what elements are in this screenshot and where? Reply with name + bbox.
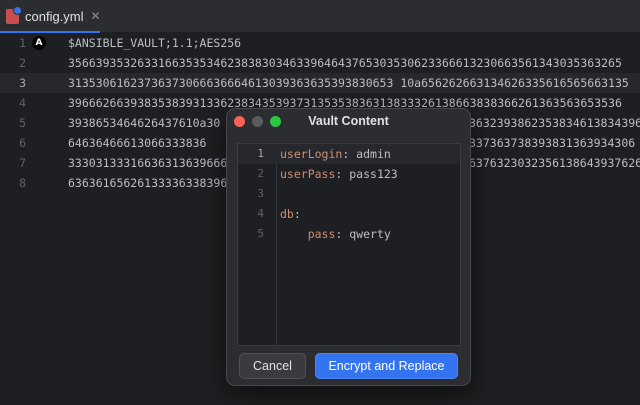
vault-line: 4 db: bbox=[238, 204, 460, 224]
line-number: 2 bbox=[19, 56, 26, 70]
line-number: 7 bbox=[19, 156, 26, 170]
code-text: $ANSIBLE_VAULT;1.1;AES256 bbox=[68, 36, 242, 50]
code-text: 3938653464626437610a30 bbox=[68, 116, 221, 130]
line-number: 1 bbox=[19, 36, 26, 50]
code-text: 64636466613066333836 bbox=[68, 136, 207, 150]
cancel-button[interactable]: Cancel bbox=[239, 353, 306, 379]
line-number: 8 bbox=[19, 176, 26, 190]
vault-line: 2 userPass: pass123 bbox=[238, 164, 460, 184]
yaml-file-icon bbox=[6, 5, 22, 24]
line-number: 3 bbox=[19, 76, 26, 90]
vault-line: 3 bbox=[238, 184, 460, 204]
editor-line: 1 A $ANSIBLE_VAULT;1.1;AES256 bbox=[0, 33, 640, 53]
vault-code: userPass: pass123 bbox=[280, 167, 398, 181]
ansible-icon[interactable]: A bbox=[32, 36, 46, 50]
close-icon[interactable]: ✕ bbox=[91, 9, 101, 23]
line-number: 4 bbox=[19, 96, 26, 110]
code-text: 3135306162373637306663666461303936363539… bbox=[68, 76, 629, 90]
code-text: 63636165626133336338396 bbox=[68, 176, 228, 190]
line-number: 5 bbox=[19, 116, 26, 130]
editor-line: 2 35663935326331663535346238383034633964… bbox=[0, 53, 640, 73]
line-number: 4 bbox=[257, 207, 264, 220]
encrypt-and-replace-button[interactable]: Encrypt and Replace bbox=[315, 353, 458, 379]
editor-line-current: 3 31353061623736373066636664613039363635… bbox=[0, 73, 640, 93]
tab-label: config.yml bbox=[25, 8, 84, 24]
code-text-overflow: 36323938623538346138343965 bbox=[469, 116, 640, 130]
line-number: 5 bbox=[257, 227, 264, 240]
vault-line-current: 1 userLogin: admin bbox=[238, 144, 460, 164]
vault-content-editor[interactable]: 1 userLogin: admin 2 userPass: pass123 3… bbox=[237, 143, 461, 346]
vault-code: db: bbox=[280, 207, 301, 221]
vault-code: userLogin: admin bbox=[280, 147, 391, 161]
vault-code: pass: qwerty bbox=[280, 227, 391, 241]
line-number: 2 bbox=[257, 167, 264, 180]
code-text-overflow: 63763230323561386439376262 bbox=[469, 156, 640, 170]
dialog-title: Vault Content bbox=[308, 114, 389, 128]
vault-line: 5 pass: qwerty bbox=[238, 224, 460, 244]
code-text: 33303133316636313639666 bbox=[68, 156, 228, 170]
tab-bar: config.yml ✕ bbox=[0, 0, 640, 33]
dialog-titlebar[interactable]: Vault Content bbox=[227, 109, 470, 135]
line-number: 6 bbox=[19, 136, 26, 150]
code-text: 3566393532633166353534623838303463396464… bbox=[68, 56, 622, 70]
code-text-overflow: 337363738393831363934306 bbox=[469, 136, 636, 150]
line-number: 3 bbox=[257, 187, 264, 200]
vault-content-dialog: Vault Content 1 userLogin: admin 2 userP… bbox=[226, 108, 471, 386]
line-number: 1 bbox=[257, 147, 264, 160]
tab-config-yml[interactable]: config.yml ✕ bbox=[0, 0, 109, 33]
